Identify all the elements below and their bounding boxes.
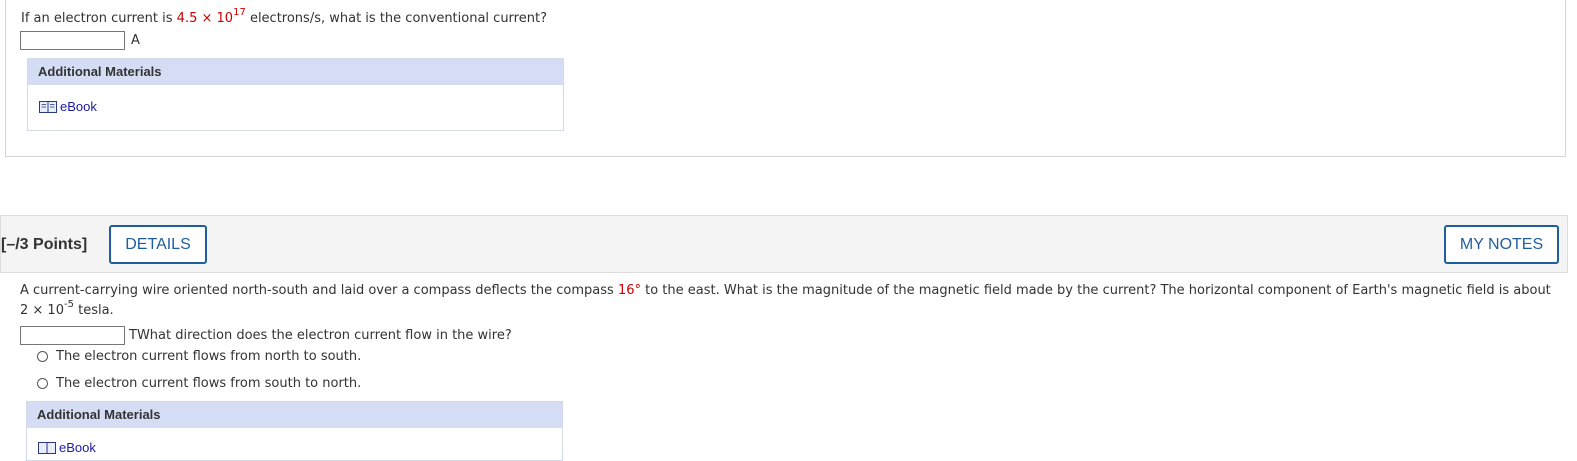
question-2-header: [–/3 Points] DETAILS MY NOTES [0, 215, 1568, 273]
question-1-panel: If an electron current is 4.5 × 1017 ele… [5, 0, 1566, 157]
q1-value: 4.5 × 1017 [176, 8, 246, 27]
ebook-link[interactable]: eBook [38, 440, 96, 455]
q2-text-part1: A current-carrying wire oriented north-s… [20, 283, 618, 298]
q2-field-coef: 2 × 10 [20, 303, 64, 318]
q2-option-1-label[interactable]: The electron current flows from north to… [56, 349, 361, 364]
ebook-link[interactable]: eBook [39, 99, 97, 114]
my-notes-button[interactable]: MY NOTES [1444, 225, 1559, 264]
q2-option-2-label[interactable]: The electron current flows from south to… [56, 376, 361, 391]
ebook-label[interactable]: eBook [59, 440, 96, 455]
q1-value-base: 10 [216, 11, 234, 26]
q1-times: × [197, 11, 217, 26]
q2-angle: 16° [617, 283, 641, 298]
q2-answer-input[interactable] [20, 326, 125, 345]
q2-unit-and-question: TWhat direction does the electron curren… [129, 328, 512, 343]
q1-value-coef: 4.5 [176, 11, 198, 26]
points-label: [–/3 Points] [1, 236, 88, 253]
additional-materials-header: Additional Materials [28, 59, 563, 85]
q2-field-unit: tesla. [73, 303, 114, 318]
q1-text-before: If an electron current is [21, 11, 177, 26]
ebook-label[interactable]: eBook [60, 99, 97, 114]
question-1-text: If an electron current is 4.5 × 1017 ele… [21, 8, 547, 27]
q2-field-exp: -5 [63, 299, 74, 310]
q1-unit-label: A [131, 33, 140, 48]
ebook-icon [38, 441, 56, 454]
question-2-text: A current-carrying wire oriented north-s… [20, 281, 1560, 321]
q1-answer-input[interactable] [20, 31, 125, 50]
q2-text-part2: to the east. What is the magnitude of th… [640, 283, 1551, 298]
q1-value-exp: 17 [233, 7, 246, 18]
details-button[interactable]: DETAILS [109, 225, 207, 264]
radio-icon[interactable] [37, 378, 48, 389]
q1-text-after: electrons/s, what is the conventional cu… [245, 11, 547, 26]
q2-option-north-south[interactable]: The electron current flows from north to… [37, 349, 361, 364]
q1-additional-materials: Additional Materials eBook [27, 58, 564, 131]
q2-option-south-north[interactable]: The electron current flows from south to… [37, 376, 361, 391]
radio-icon[interactable] [37, 351, 48, 362]
q2-additional-materials: Additional Materials eBook [26, 401, 563, 461]
additional-materials-header: Additional Materials [27, 402, 562, 428]
ebook-icon [39, 100, 57, 113]
